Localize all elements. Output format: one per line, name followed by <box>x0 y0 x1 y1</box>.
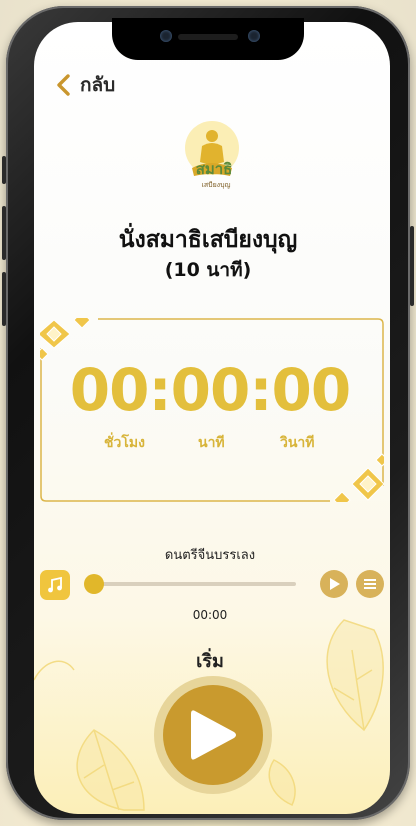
music-select-button[interactable] <box>40 570 70 600</box>
start-button-inner[interactable] <box>163 685 263 785</box>
notch <box>112 18 304 60</box>
back-button[interactable]: กลับ <box>56 70 115 100</box>
start-label: เริ่ม <box>196 651 224 672</box>
music-note-icon <box>48 576 62 593</box>
logo-sub-caption: เสบียงบุญ <box>201 181 231 189</box>
chevron-left-icon <box>57 74 70 96</box>
meditation-logo: สมาธิ เสบียงบุญ <box>176 118 248 198</box>
hours-label: ชั่วโมง <box>104 435 145 451</box>
logo-caption: สมาธิ <box>195 160 233 178</box>
music-progress-track[interactable] <box>94 582 296 586</box>
power-button <box>410 226 414 306</box>
front-camera-icon <box>160 30 172 42</box>
music-play-button[interactable] <box>320 570 348 598</box>
session-duration: (10 นาที) <box>164 259 252 281</box>
session-title: นั่งสมาธิเสบียงบุญ <box>118 227 298 253</box>
elapsed-time: 00:00 <box>192 608 228 622</box>
list-icon <box>364 579 376 589</box>
seconds-label: วินาที <box>280 435 315 451</box>
speaker-grille <box>178 34 238 40</box>
volume-up-button <box>2 206 6 260</box>
play-icon <box>330 578 340 590</box>
minutes-label: นาที <box>198 435 225 451</box>
track-name: ดนตรีจีนบรรเลง <box>164 548 256 563</box>
play-large-icon <box>191 710 236 760</box>
volume-down-button <box>2 272 6 326</box>
timer-display: 00:00:00 <box>69 356 352 424</box>
back-label: กลับ <box>80 74 116 96</box>
playlist-button[interactable] <box>356 570 384 598</box>
start-button[interactable] <box>154 676 272 794</box>
stage: กลับ สมาธิ เสบียงบุญ นั่งสมาธิเสบียงบุญ … <box>0 0 416 826</box>
sensor-icon <box>248 30 260 42</box>
music-progress-knob[interactable] <box>84 574 104 594</box>
mute-switch <box>2 156 6 184</box>
